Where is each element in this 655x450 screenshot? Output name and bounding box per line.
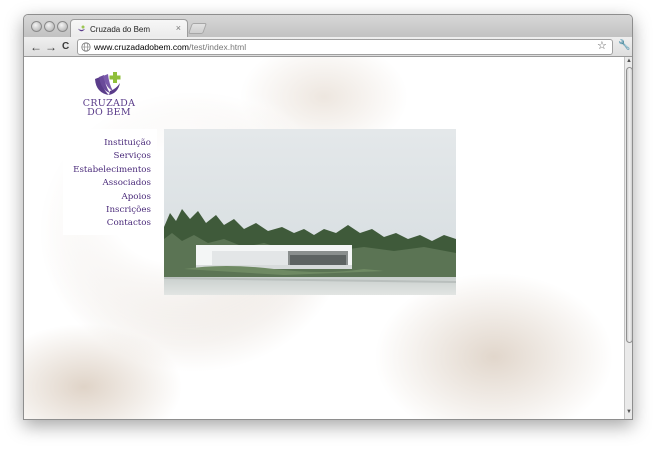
close-window-button[interactable] <box>31 21 42 32</box>
forward-button[interactable]: → <box>45 39 57 55</box>
main-navigation: Instituição Serviços Estabelecimentos As… <box>63 129 157 235</box>
site-favicon-icon <box>77 24 86 31</box>
scrollbar-thumb[interactable] <box>626 67 632 343</box>
vertical-scrollbar[interactable]: ▲ ▼ <box>624 57 632 419</box>
address-bar[interactable]: www.cruzadadobem.com/test/index.html <box>77 39 613 55</box>
tab-cruzada-do-bem[interactable]: Cruzada do Bem × <box>70 19 188 38</box>
new-tab-button[interactable] <box>187 23 208 34</box>
tab-strip: Cruzada do Bem × <box>24 15 632 38</box>
hands-cross-logo-icon <box>95 72 121 95</box>
globe-icon <box>81 42 91 52</box>
browser-window: Cruzada do Bem × ← → C www.cruzadadobem.… <box>23 14 633 420</box>
scroll-down-icon[interactable]: ▼ <box>626 409 632 415</box>
tab-close-icon[interactable]: × <box>176 23 181 33</box>
nav-item-inscricoes[interactable]: Inscrições <box>63 204 151 217</box>
minimize-window-button[interactable] <box>44 21 55 32</box>
site-logo[interactable]: CRUZADA DO BEM <box>82 71 136 117</box>
browser-toolbar: ← → C www.cruzadadobem.com/test/index.ht… <box>24 37 632 57</box>
url-host: www.cruzadadobem.com <box>94 42 189 52</box>
page-viewport: CRUZADA DO BEM Instituição Serviços Esta… <box>24 57 624 419</box>
nav-item-contactos[interactable]: Contactos <box>63 217 151 230</box>
nav-item-instituicao[interactable]: Instituição <box>63 137 151 150</box>
nav-item-servicos[interactable]: Serviços <box>63 150 152 163</box>
tab-title: Cruzada do Bem <box>90 24 151 34</box>
zoom-window-button[interactable] <box>57 21 68 32</box>
building-photo <box>164 129 456 295</box>
nav-item-apoios[interactable]: Apoios <box>63 191 151 204</box>
hero-building-image <box>164 129 456 295</box>
back-button[interactable]: ← <box>30 39 42 55</box>
url-path: /test/index.html <box>188 42 247 52</box>
logo-text-line2: DO BEM <box>87 107 131 118</box>
wrench-menu-icon[interactable]: 🔧 <box>618 40 630 51</box>
nav-item-estabelecimentos[interactable]: Estabelecimentos <box>63 164 151 177</box>
reload-button[interactable]: C <box>62 39 69 55</box>
scroll-up-icon[interactable]: ▲ <box>626 58 632 64</box>
nav-item-associados[interactable]: Associados <box>63 177 152 190</box>
bookmark-star-icon[interactable]: ☆ <box>597 39 607 52</box>
